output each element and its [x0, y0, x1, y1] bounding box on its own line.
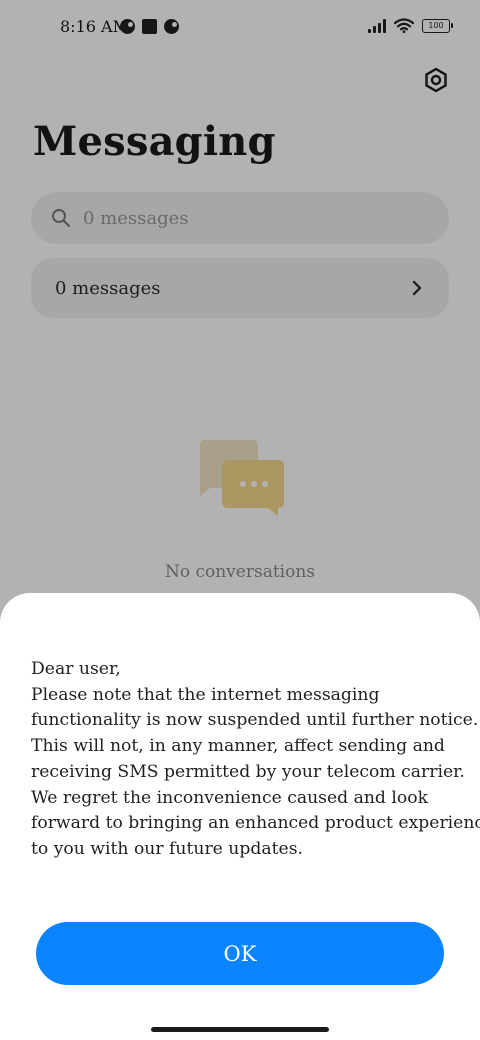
ok-button[interactable]: OK — [36, 922, 444, 985]
home-indicator[interactable] — [151, 1027, 329, 1032]
dialog-line: Dear user, — [31, 659, 121, 679]
dialog-message: Dear user, Please note that the internet… — [31, 657, 480, 863]
notice-dialog: Dear user, Please note that the internet… — [0, 593, 480, 1040]
dialog-line: functionality is now suspended until fur… — [31, 710, 479, 731]
dialog-line: to you with our future updates. — [31, 838, 303, 859]
dialog-line: Please note that the internet messaging — [31, 684, 380, 705]
dialog-line: receiving SMS permitted by your telecom … — [31, 761, 465, 782]
dialog-line: We regret the inconvenience caused and l… — [31, 787, 429, 808]
dialog-line: This will not, in any manner, affect sen… — [31, 736, 445, 757]
dialog-line: forward to bringing an enhanced product … — [31, 813, 480, 834]
